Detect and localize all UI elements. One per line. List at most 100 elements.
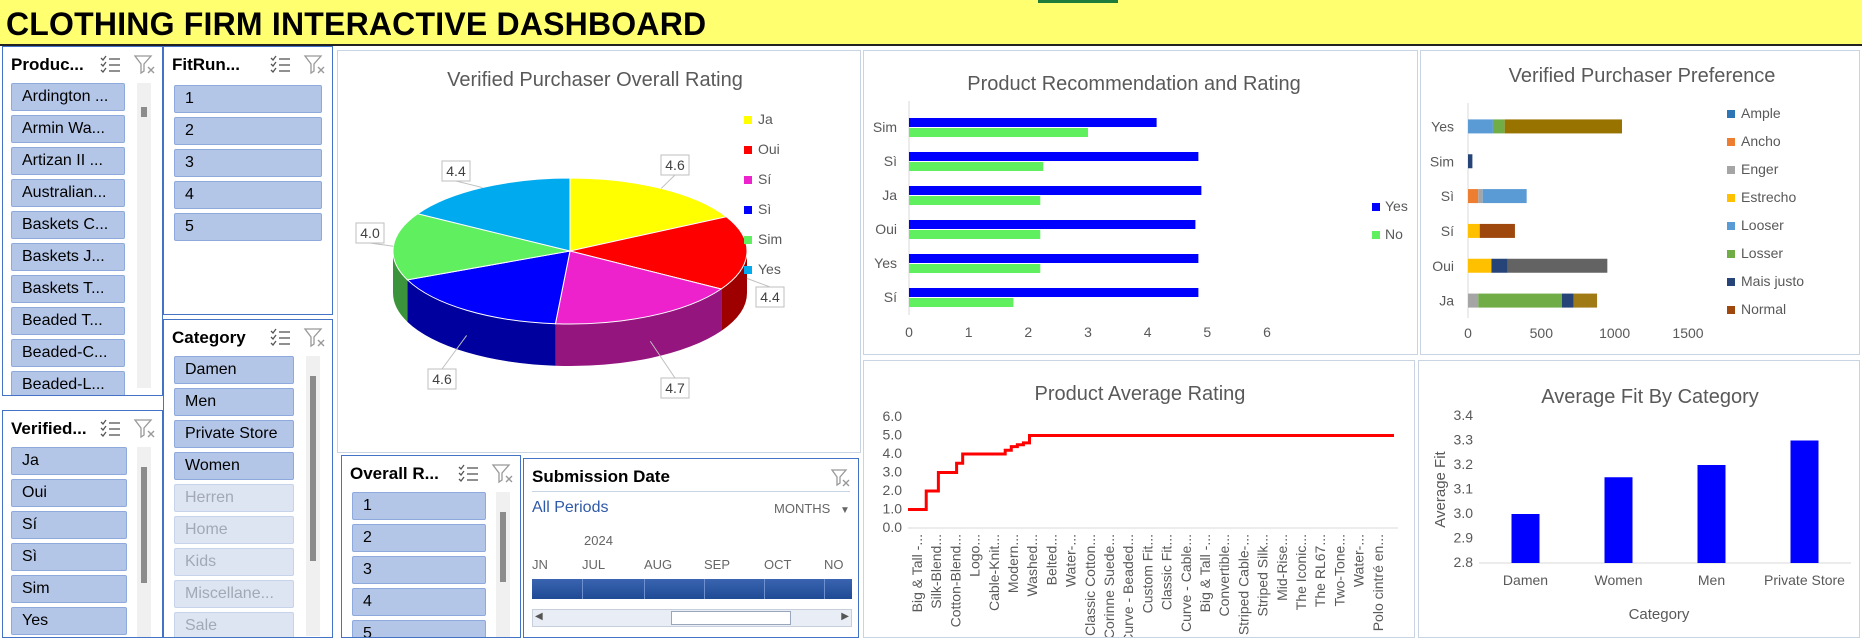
bar-segment-Looser[interactable]	[1482, 189, 1527, 204]
timeline-month[interactable]: AUG	[644, 557, 672, 572]
bar-Private Store[interactable]	[1790, 440, 1819, 564]
slicer-item[interactable]: Sim	[11, 575, 127, 603]
scroll-left-icon[interactable]: ◀	[535, 611, 543, 622]
bar-segment-Gross[interactable]	[1573, 293, 1598, 308]
scroll-right-icon[interactable]: ▶	[841, 611, 849, 622]
slicer-item-no-data[interactable]: Home	[174, 516, 294, 544]
slicer-item[interactable]: Beaded-L...	[11, 371, 125, 395]
slicer-item[interactable]: Sì	[11, 543, 127, 571]
slicer-item[interactable]: 1	[352, 492, 486, 520]
clear-filter-icon[interactable]	[132, 416, 158, 442]
average-fit-chart-panel: Average Fit By Category 2.8 2.9 3.0 3.1 3.2 3…	[1418, 360, 1860, 638]
scroll-thumb[interactable]	[141, 107, 147, 117]
timeline-month[interactable]: SEP	[704, 557, 730, 572]
rating-line[interactable]	[908, 434, 1394, 511]
bar-Damen[interactable]	[1511, 514, 1540, 563]
slicer-item[interactable]: Sí	[11, 511, 127, 539]
multi-select-icon[interactable]	[98, 52, 124, 78]
slicer-item[interactable]: Ardington ...	[11, 83, 125, 111]
timeline-scrollbar[interactable]: ◀ ▶	[532, 609, 852, 627]
slicer-item[interactable]: Beaded-C...	[11, 339, 125, 367]
slicer-item[interactable]: Beaded T...	[11, 307, 125, 335]
bar-No[interactable]	[909, 196, 1041, 205]
slicer-item[interactable]: 5	[352, 620, 486, 637]
slicer-item[interactable]: Baskets C...	[11, 211, 125, 239]
bar-segment-Mais justo[interactable]	[1491, 258, 1508, 273]
clear-filter-icon[interactable]	[490, 461, 516, 487]
slicer-item[interactable]: Baskets J...	[11, 243, 125, 271]
bar-Yes[interactable]	[909, 118, 1157, 127]
timeline-month[interactable]: JUL	[582, 557, 605, 572]
slicer-item-no-data[interactable]: Herren	[174, 484, 294, 512]
bar-segment-Looser[interactable]	[1468, 119, 1493, 134]
bar-No[interactable]	[909, 230, 1041, 239]
multi-select-icon[interactable]	[98, 416, 124, 442]
slicer-item[interactable]: Men	[174, 388, 294, 416]
bar-segment-Mais justo[interactable]	[1468, 154, 1473, 169]
bar-segment-Enger[interactable]	[1478, 189, 1483, 204]
bar-Yes[interactable]	[909, 152, 1199, 161]
bar-segment-Regular[interactable]	[1504, 119, 1622, 134]
scroll-thumb[interactable]	[141, 467, 147, 583]
bar-Yes[interactable]	[909, 288, 1199, 297]
slicer-item[interactable]: 2	[352, 524, 486, 552]
scroll-thumb[interactable]	[500, 512, 506, 582]
submission-date-timeline[interactable]: Submission Date All Periods MONTHS ▼ 202…	[523, 458, 859, 638]
clear-filter-icon[interactable]	[132, 52, 158, 78]
timeline-month[interactable]: NO	[824, 557, 844, 572]
multi-select-icon[interactable]	[268, 325, 294, 351]
period-label[interactable]: All Periods	[532, 499, 608, 517]
bar-segment-Estrecho[interactable]	[1468, 223, 1480, 238]
slicer-item[interactable]: Women	[174, 452, 294, 480]
bar-No[interactable]	[909, 264, 1041, 273]
slicer-item[interactable]: Ja	[11, 447, 127, 475]
clear-filter-icon[interactable]	[302, 325, 328, 351]
slicer-item[interactable]: 2	[174, 117, 322, 145]
time-level-dropdown[interactable]: MONTHS ▼	[774, 501, 850, 516]
slicer-item[interactable]: 3	[174, 149, 322, 177]
bar-segment-Mais justo[interactable]	[1561, 293, 1574, 308]
bar-segment-Normal[interactable]	[1479, 223, 1515, 238]
clear-filter-icon[interactable]	[829, 467, 851, 489]
slicer-item[interactable]: 4	[174, 181, 322, 209]
slicer-item[interactable]: 5	[174, 213, 322, 241]
bar-Yes[interactable]	[909, 254, 1199, 263]
slicer-item[interactable]: Artizan II ...	[11, 147, 125, 175]
bar-segment-Losser[interactable]	[1478, 293, 1562, 308]
bar-No[interactable]	[909, 298, 1014, 307]
bar-segment-Ancho[interactable]	[1468, 189, 1479, 204]
bar-Yes[interactable]	[909, 220, 1196, 229]
bar-segment-Losser[interactable]	[1492, 119, 1505, 134]
slicer-item[interactable]: 3	[352, 556, 486, 584]
clear-filter-icon[interactable]	[302, 52, 328, 78]
scroll-thumb[interactable]	[310, 376, 316, 561]
slicer-item-no-data[interactable]: Kids	[174, 548, 294, 576]
slicer-item[interactable]: Australian...	[11, 179, 125, 207]
bar-segment-Enger[interactable]	[1468, 293, 1479, 308]
bar-segment-Passt[interactable]	[1507, 258, 1608, 273]
slicer-item-no-data[interactable]: Sale	[174, 612, 294, 637]
scroll-thumb[interactable]	[671, 611, 791, 625]
timeline-month[interactable]: OCT	[764, 557, 791, 572]
bar-No[interactable]	[909, 128, 1088, 137]
slicer-item[interactable]: Yes	[11, 607, 127, 635]
bar-Men[interactable]	[1697, 465, 1726, 563]
slicer-item[interactable]: Oui	[11, 479, 127, 507]
slicer-item[interactable]: Damen	[174, 356, 294, 384]
multi-select-icon[interactable]	[268, 52, 294, 78]
slicer-item[interactable]: Armin Wa...	[11, 115, 125, 143]
slicer-item[interactable]: Private Store	[174, 420, 294, 448]
slicer-item[interactable]: 1	[174, 85, 322, 113]
timeline-month[interactable]: JN	[532, 557, 548, 572]
slicer-item-no-data[interactable]: Miscellane...	[174, 580, 294, 608]
multi-select-icon[interactable]	[456, 461, 482, 487]
slicer-scrollbar[interactable]	[137, 83, 151, 388]
bar-No[interactable]	[909, 162, 1044, 171]
bar-Women[interactable]	[1604, 477, 1633, 563]
slicer-item[interactable]: 4	[352, 588, 486, 616]
slicer-item[interactable]: Baskets T...	[11, 275, 125, 303]
preference-chart-panel: Verified Purchaser Preference 0 500 1000 15…	[1420, 50, 1860, 355]
bar-Yes[interactable]	[909, 186, 1202, 195]
bar-segment-Estrecho[interactable]	[1468, 258, 1492, 273]
timeline-range-bar[interactable]	[532, 579, 852, 599]
